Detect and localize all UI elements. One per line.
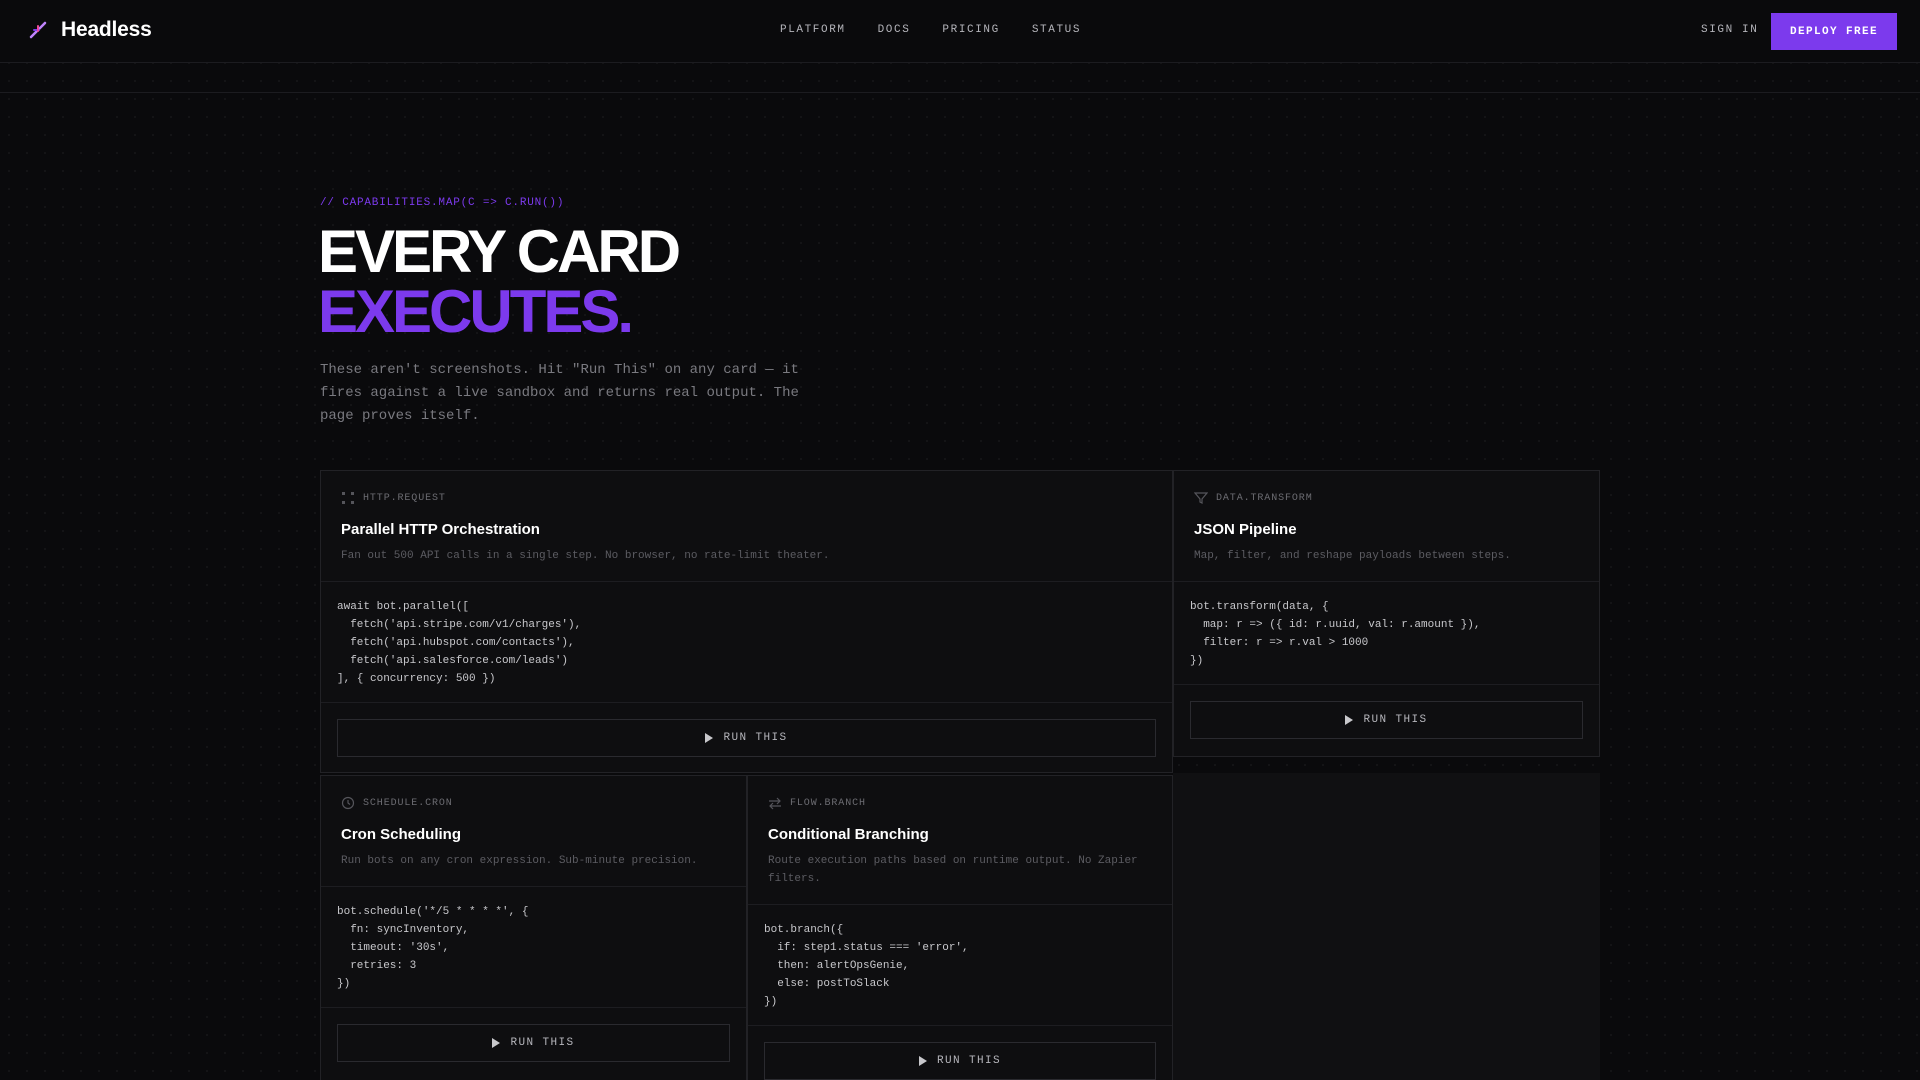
hero-title-line1: EVERY CARD xyxy=(318,218,681,285)
sub-bar xyxy=(0,63,1920,93)
card-title: JSON Pipeline xyxy=(1194,521,1297,538)
card-description: Run bots on any cron expression. Sub-min… xyxy=(341,855,698,867)
card-data-transform: DATA.TRANSFORM JSON Pipeline Map, filter… xyxy=(1173,470,1600,757)
run-this-button[interactable]: RUN THIS xyxy=(1190,701,1583,739)
card-tag-label: HTTP.REQUEST xyxy=(363,492,446,504)
code-snippet: bot.schedule('*/5 * * * *', { fn: syncIn… xyxy=(321,886,746,1008)
logo-icon xyxy=(29,21,47,39)
nav-link-docs[interactable]: DOCS xyxy=(878,24,911,36)
card-title: Conditional Branching xyxy=(768,826,929,843)
card-title: Cron Scheduling xyxy=(341,826,461,843)
run-this-button[interactable]: RUN THIS xyxy=(337,719,1156,757)
run-button-label: RUN THIS xyxy=(936,1055,1001,1067)
play-icon xyxy=(705,733,714,743)
hero-title-line2: EXECUTES. xyxy=(318,278,634,345)
card-title: Parallel HTTP Orchestration xyxy=(341,521,540,538)
clock-icon xyxy=(341,796,355,810)
code-snippet: await bot.parallel([ fetch('api.stripe.c… xyxy=(321,581,1172,703)
section-kicker: // CAPABILITIES.MAP(C => C.RUN()) xyxy=(320,197,565,209)
nav-link-platform[interactable]: PLATFORM xyxy=(780,24,846,36)
card-tag: DATA.TRANSFORM xyxy=(1194,491,1579,505)
brand-name: Headless xyxy=(61,18,152,41)
branch-icon xyxy=(769,797,781,810)
play-icon xyxy=(492,1038,501,1048)
deploy-free-button[interactable]: DEPLOY FREE xyxy=(1771,13,1897,50)
run-this-button[interactable]: RUN THIS xyxy=(337,1024,730,1062)
run-this-button[interactable]: RUN THIS xyxy=(764,1042,1156,1080)
sign-in-link[interactable]: SIGN IN xyxy=(1701,24,1758,36)
run-button-label: RUN THIS xyxy=(1363,714,1428,726)
card-tag: SCHEDULE.CRON xyxy=(341,796,726,810)
card-flow-branch: FLOW.BRANCH Conditional Branching Route … xyxy=(747,775,1173,1080)
play-icon xyxy=(1345,715,1354,725)
nav-links: PLATFORM DOCS PRICING STATUS xyxy=(780,24,1081,36)
card-tag-label: FLOW.BRANCH xyxy=(790,797,866,809)
card-description: Route execution paths based on runtime o… xyxy=(768,855,1138,885)
run-button-label: RUN THIS xyxy=(510,1037,575,1049)
nav-link-status[interactable]: STATUS xyxy=(1032,24,1081,36)
nav-link-pricing[interactable]: PRICING xyxy=(942,24,999,36)
code-snippet: bot.branch({ if: step1.status === 'error… xyxy=(748,904,1172,1026)
play-icon xyxy=(918,1056,927,1066)
hero-description: These aren't screenshots. Hit "Run This"… xyxy=(320,362,799,424)
card-schedule-cron: SCHEDULE.CRON Cron Scheduling Run bots o… xyxy=(320,775,747,1080)
code-snippet: bot.transform(data, { map: r => ({ id: r… xyxy=(1174,581,1599,685)
card-http-request: HTTP.REQUEST Parallel HTTP Orchestration… xyxy=(320,470,1173,773)
card-tag-label: SCHEDULE.CRON xyxy=(363,797,453,809)
empty-grid-cell xyxy=(1173,773,1600,1080)
card-tag: HTTP.REQUEST xyxy=(341,491,1152,505)
card-tag-label: DATA.TRANSFORM xyxy=(1216,492,1313,504)
grid-icon xyxy=(342,492,354,504)
filter-icon xyxy=(1194,492,1208,504)
run-button-label: RUN THIS xyxy=(723,732,788,744)
brand[interactable]: Headless xyxy=(27,18,152,42)
top-nav: Headless PLATFORM DOCS PRICING STATUS SI… xyxy=(0,0,1920,63)
card-description: Map, filter, and reshape payloads betwee… xyxy=(1194,550,1511,562)
card-description: Fan out 500 API calls in a single step. … xyxy=(341,550,830,562)
card-tag: FLOW.BRANCH xyxy=(768,796,1152,810)
